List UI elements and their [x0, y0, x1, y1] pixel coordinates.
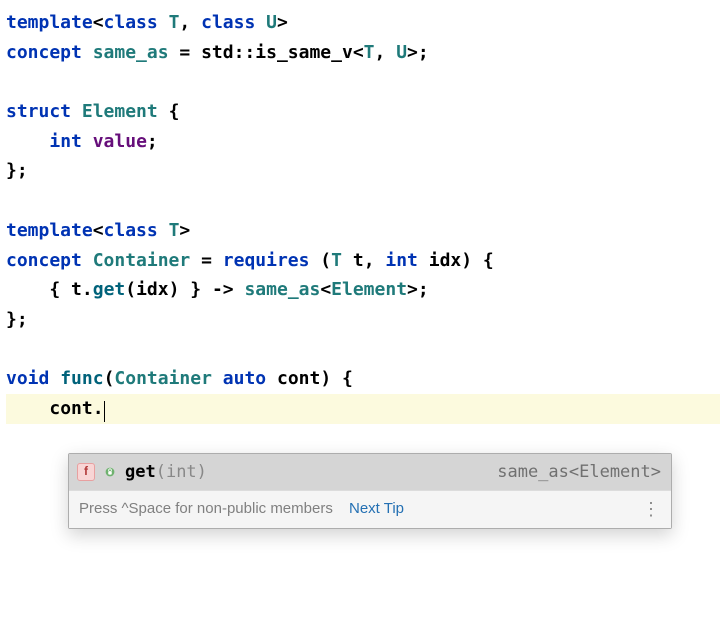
- completion-type: same_as<Element>: [497, 458, 661, 486]
- completion-popup[interactable]: f get(int) same_as<Element> Press ^Space…: [68, 453, 672, 529]
- completion-label: get(int): [125, 458, 207, 486]
- code-editor[interactable]: template<class T, class U> concept same_…: [6, 8, 720, 424]
- text-caret: [104, 401, 106, 422]
- active-line: cont.: [6, 394, 720, 424]
- hint-text: Press ^Space for non-public members: [79, 497, 333, 522]
- code-block: template<class T, class U> concept same_…: [6, 8, 720, 424]
- completion-hint-bar: Press ^Space for non-public members Next…: [69, 490, 671, 528]
- more-options-icon[interactable]: ⋮: [640, 500, 663, 518]
- function-badge-icon: f: [77, 463, 95, 481]
- next-tip-link[interactable]: Next Tip: [349, 497, 404, 522]
- visibility-icon: [103, 465, 117, 479]
- keyword-template: template: [6, 12, 93, 33]
- completion-item[interactable]: f get(int) same_as<Element>: [69, 454, 671, 490]
